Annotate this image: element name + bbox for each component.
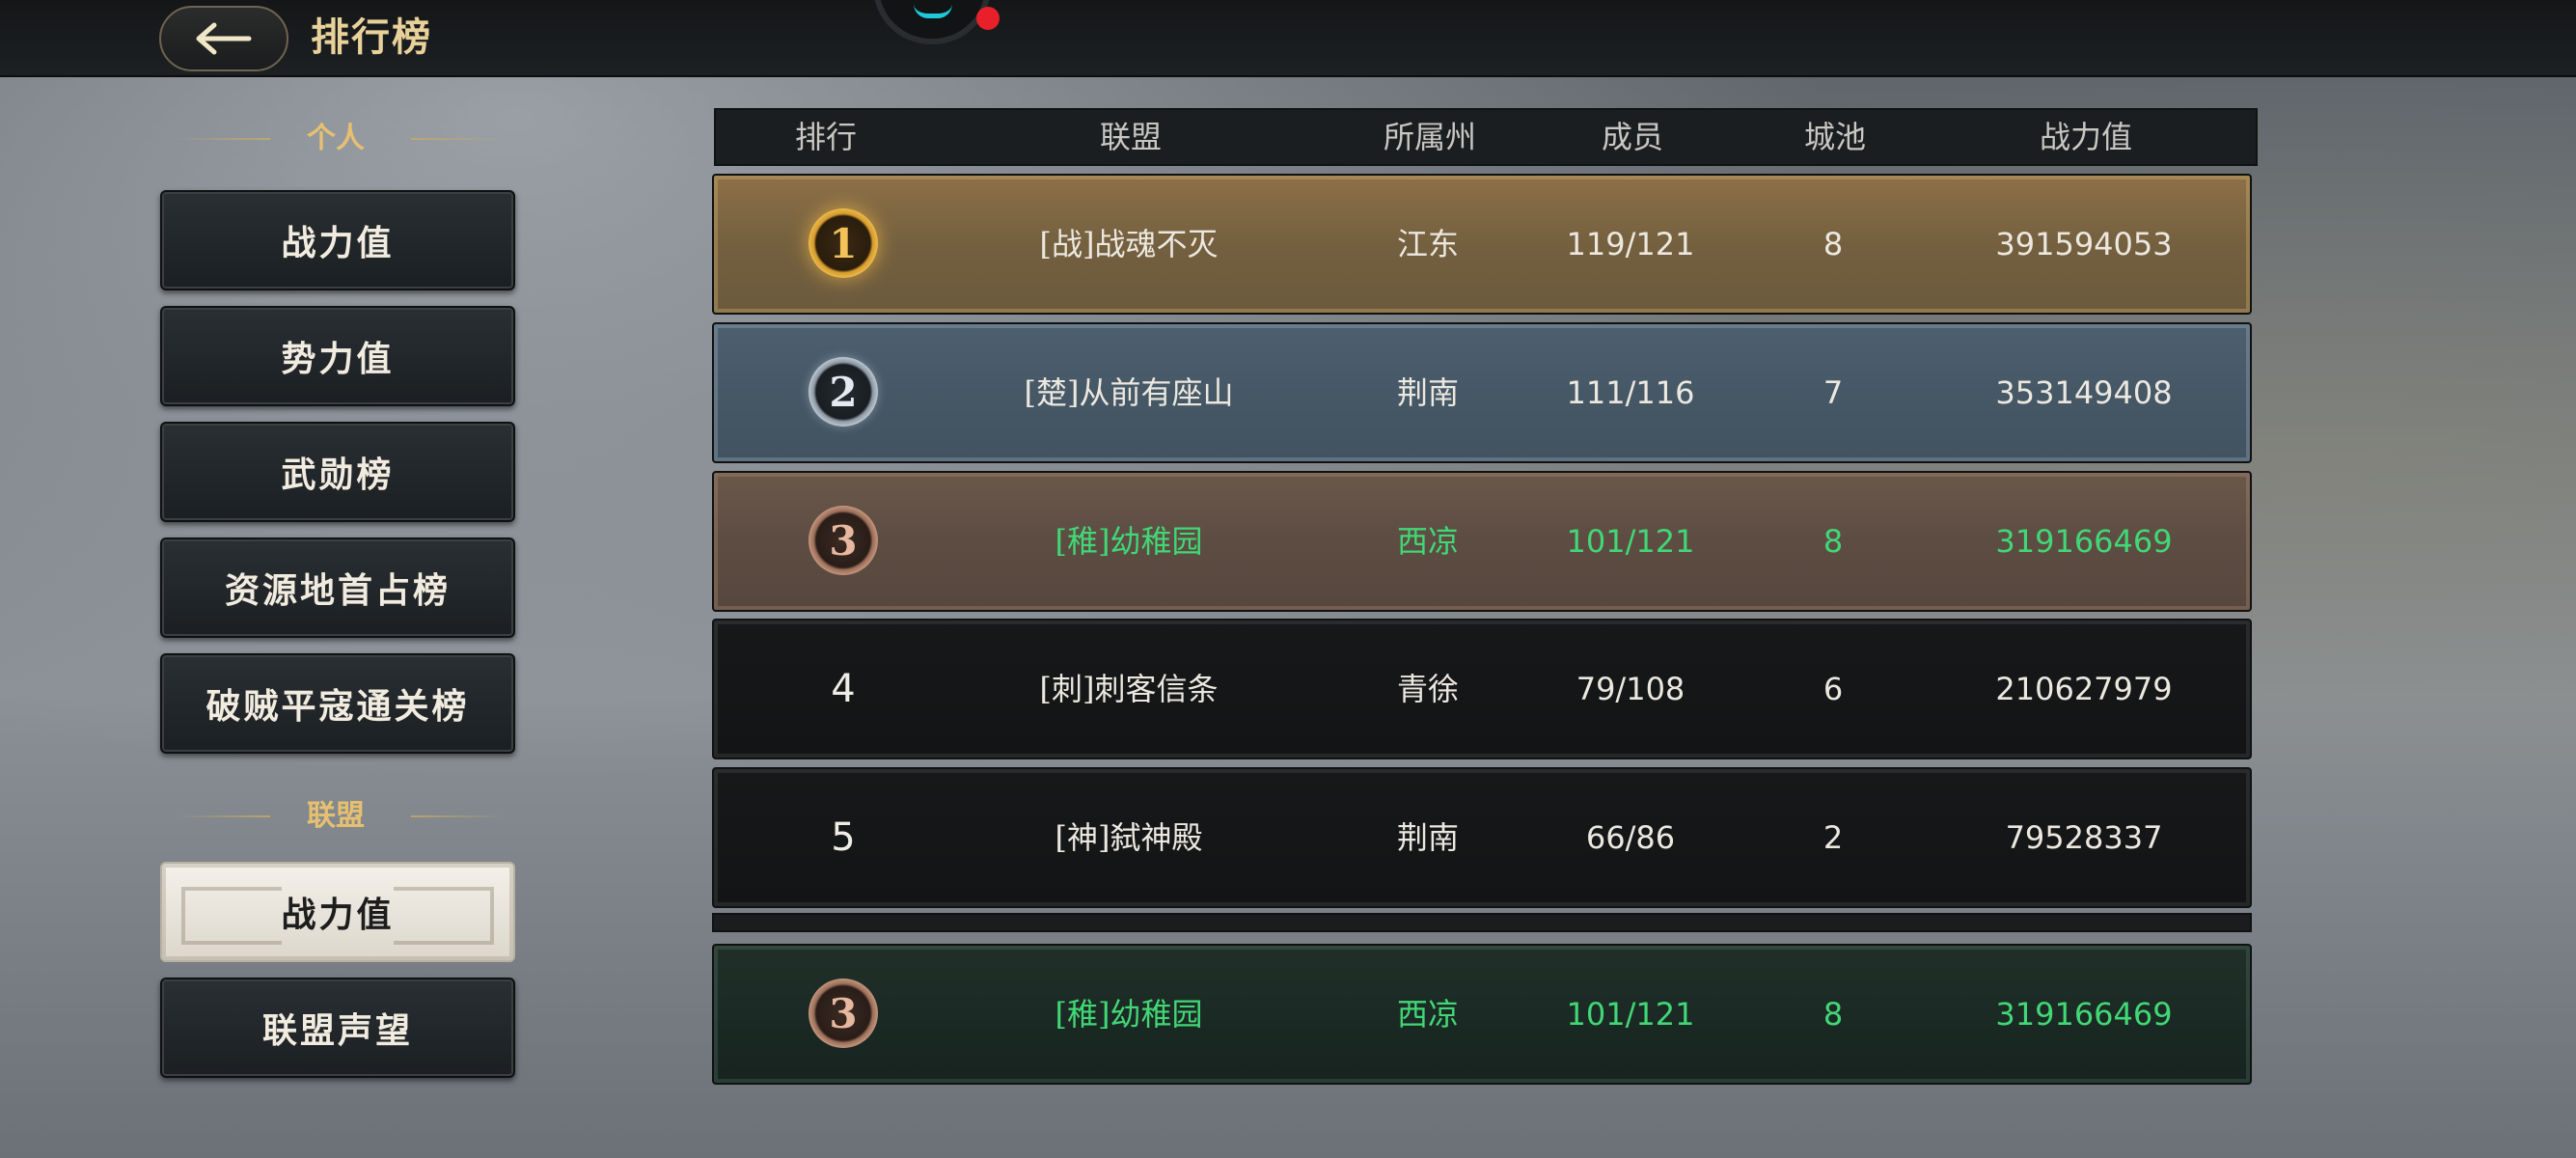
alliance-name: [刺]刺客信条 — [1039, 671, 1219, 707]
cities: 8 — [1822, 523, 1844, 560]
column-header-cities: 城池 — [1803, 119, 1866, 155]
rank-medal-bronze-icon: 3 — [808, 506, 878, 575]
rank-medal-gold-icon: 1 — [808, 208, 878, 278]
sidebar-item-bandit-clear[interactable]: 破贼平寇通关榜 — [160, 653, 515, 754]
province: 西凉 — [1396, 996, 1459, 1033]
my-alliance-row[interactable]: 3 [稚]幼稚园 西凉 101/121 8 319166469 — [712, 944, 2252, 1085]
members: 101/121 — [1566, 523, 1695, 560]
power-value: 319166469 — [1995, 523, 2173, 560]
sidebar-item-alliance-reputation[interactable]: 联盟声望 — [160, 978, 515, 1078]
section-label-alliance: 联盟 — [164, 795, 507, 838]
column-header-alliance: 联盟 — [1099, 119, 1162, 155]
power-value: 210627979 — [1995, 671, 2173, 707]
province: 青徐 — [1396, 671, 1459, 707]
rank-number: 5 — [831, 815, 856, 860]
pattern-decoration — [181, 887, 282, 945]
column-header-province: 所属州 — [1383, 119, 1476, 155]
sidebar-item-alliance-power[interactable]: 战力值 — [160, 862, 515, 962]
cities: 8 — [1822, 226, 1844, 262]
alliance-name: [神]弑神殿 — [1055, 819, 1203, 856]
table-row[interactable]: 3 [稚]幼稚园 西凉 101/121 8 319166469 — [712, 471, 2252, 612]
back-arrow-icon — [196, 22, 252, 55]
rank-medal-silver-icon: 2 — [808, 357, 878, 427]
power-value: 391594053 — [1995, 226, 2173, 262]
province: 西凉 — [1396, 523, 1459, 560]
table-row[interactable]: 1 [战]战魂不灭 江东 119/121 8 391594053 — [712, 174, 2252, 315]
notification-dot-icon — [976, 7, 1000, 30]
sidebar-item-resource-first[interactable]: 资源地首占榜 — [160, 538, 515, 638]
table-row[interactable]: 4 [刺]刺客信条 青徐 79/108 6 210627979 — [712, 619, 2252, 759]
alliance-name: [稚]幼稚园 — [1055, 996, 1203, 1033]
members: 111/116 — [1566, 374, 1695, 411]
back-button[interactable] — [159, 6, 288, 71]
power-value: 319166469 — [1995, 996, 2173, 1033]
list-scroll-edge — [712, 913, 2252, 932]
column-header-rank: 排行 — [794, 119, 857, 155]
table-row[interactable]: 2 [楚]从前有座山 荆南 111/116 7 353149408 — [712, 322, 2252, 463]
sidebar-item-influence[interactable]: 势力值 — [160, 306, 515, 406]
column-header-members: 成员 — [1601, 119, 1663, 155]
pattern-decoration — [394, 887, 494, 945]
members: 119/121 — [1566, 226, 1695, 262]
column-header-power: 战力值 — [2039, 119, 2132, 155]
sidebar-item-merit[interactable]: 武勋榜 — [160, 422, 515, 522]
cities: 6 — [1822, 671, 1844, 707]
top-bar: 排行榜 — [0, 0, 2576, 77]
status-ring-icon — [873, 0, 991, 44]
province: 荆南 — [1396, 374, 1459, 411]
members: 79/108 — [1576, 671, 1685, 707]
rank-medal-bronze-icon: 3 — [808, 979, 878, 1048]
members: 66/86 — [1585, 819, 1676, 856]
power-value: 353149408 — [1995, 374, 2173, 411]
alliance-name: [稚]幼稚园 — [1055, 523, 1203, 560]
table-header: 排行 联盟 所属州 成员 城池 战力值 — [714, 108, 2258, 166]
province: 荆南 — [1396, 819, 1459, 856]
cities: 7 — [1822, 374, 1844, 411]
alliance-name: [楚]从前有座山 — [1024, 374, 1234, 411]
page-title: 排行榜 — [311, 14, 432, 60]
members: 101/121 — [1566, 996, 1695, 1033]
cities: 8 — [1822, 996, 1844, 1033]
province: 江东 — [1396, 226, 1459, 262]
alliance-name: [战]战魂不灭 — [1039, 226, 1219, 262]
cities: 2 — [1822, 819, 1844, 856]
sidebar-item-personal-power[interactable]: 战力值 — [160, 190, 515, 290]
section-label-personal: 个人 — [164, 118, 507, 160]
sidebar-item-label: 战力值 — [281, 895, 395, 935]
table-row[interactable]: 5 [神]弑神殿 荆南 66/86 2 79528337 — [712, 767, 2252, 908]
power-value: 79528337 — [2005, 819, 2163, 856]
rank-number: 4 — [831, 667, 856, 711]
